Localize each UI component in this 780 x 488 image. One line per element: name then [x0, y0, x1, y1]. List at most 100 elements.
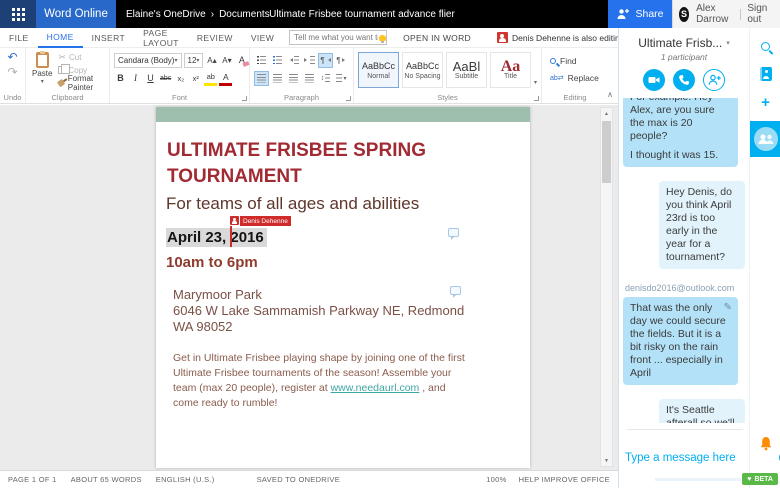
- doc-body-paragraph[interactable]: Get in Ultimate Frisbee playing shape by…: [173, 351, 469, 411]
- rtl-direction-button[interactable]: ¶: [334, 53, 349, 68]
- tab-home[interactable]: HOME: [38, 28, 83, 48]
- doc-hyperlink[interactable]: www.needaurl.com: [331, 382, 420, 394]
- edit-message-icon[interactable]: ✎: [724, 301, 732, 314]
- word-count[interactable]: ABOUT 65 WORDS: [71, 475, 142, 484]
- doc-venue[interactable]: Marymoor Park: [173, 287, 516, 303]
- doc-address-line2[interactable]: WA 98052: [173, 319, 516, 335]
- voice-call-button[interactable]: [673, 69, 695, 91]
- style-normal[interactable]: AaBbCc Normal: [358, 52, 399, 88]
- search-icon[interactable]: [761, 42, 770, 51]
- breadcrumb-root[interactable]: Elaine's OneDrive: [126, 9, 206, 20]
- coauthor-cursor: [230, 226, 232, 247]
- ltr-direction-button[interactable]: ¶: [318, 53, 333, 68]
- video-call-button[interactable]: [643, 69, 665, 91]
- format-painter-button[interactable]: Format Painter: [58, 77, 105, 89]
- tab-view[interactable]: VIEW: [242, 28, 283, 48]
- add-participant-button[interactable]: [703, 69, 725, 91]
- highlight-color-button[interactable]: ab: [204, 71, 217, 86]
- language-status[interactable]: ENGLISH (U.S.): [156, 475, 215, 484]
- paste-button[interactable]: Paste ▾: [30, 51, 54, 91]
- scrollbar-thumb[interactable]: [602, 121, 611, 183]
- cut-button[interactable]: ✂ Cut: [58, 51, 105, 63]
- replace-button[interactable]: ab⇄ Replace: [550, 70, 604, 85]
- page-count[interactable]: PAGE 1 OF 1: [8, 475, 57, 484]
- document-page[interactable]: ULTIMATE FRISBEE SPRING TOURNAMENT For t…: [156, 107, 530, 468]
- doc-address-line1[interactable]: 6046 W Lake Sammamish Parkway NE, Redmon…: [173, 303, 516, 319]
- doc-heading-line1[interactable]: ULTIMATE FRISBEE SPRING: [167, 138, 516, 164]
- decrease-indent-button[interactable]: [286, 53, 301, 68]
- share-button[interactable]: Share: [608, 0, 672, 28]
- align-center-button[interactable]: [270, 71, 285, 86]
- collapse-ribbon-button[interactable]: ∧: [607, 90, 613, 99]
- undo-button[interactable]: ↶: [7, 51, 17, 64]
- paragraph-dialog-launcher[interactable]: [346, 96, 351, 101]
- app-brand[interactable]: Word Online: [36, 0, 116, 28]
- chat-message-received: For example: Hey Alex, are you sure the …: [623, 98, 738, 167]
- grow-font-button[interactable]: A▴: [205, 53, 218, 68]
- active-conversation-tab[interactable]: [750, 121, 780, 157]
- sign-out-link[interactable]: Sign out: [747, 3, 772, 25]
- coauthor-status-dropdown[interactable]: Denis Dehenne is also editing ▾: [497, 32, 631, 43]
- app-launcher-button[interactable]: [0, 0, 36, 28]
- tab-file[interactable]: FILE: [0, 28, 38, 48]
- notifications-bell-icon[interactable]: [759, 436, 772, 456]
- tab-insert[interactable]: INSERT: [83, 28, 134, 48]
- styles-more-button[interactable]: ▾: [534, 79, 537, 86]
- doc-date-text[interactable]: April 23, 2016: [166, 228, 267, 247]
- bold-button[interactable]: B: [114, 71, 127, 86]
- zoom-level[interactable]: 100%: [486, 475, 506, 484]
- style-no-spacing[interactable]: AaBbCc No Spacing: [402, 52, 443, 88]
- comment-indicator-icon[interactable]: [450, 286, 461, 295]
- user-name[interactable]: Alex Darrow: [696, 3, 733, 25]
- tell-me-input[interactable]: [290, 33, 378, 42]
- font-color-button[interactable]: A: [219, 71, 232, 86]
- doc-heading-line2[interactable]: TOURNAMENT: [167, 164, 516, 190]
- clipboard-group: Paste ▾ ✂ Cut Copy Format Painter Clipbo…: [26, 48, 110, 103]
- breadcrumb-current[interactable]: Documents: [219, 9, 270, 20]
- tab-page-layout[interactable]: PAGE LAYOUT: [134, 28, 188, 48]
- chat-horizontal-scrollbar[interactable]: [655, 478, 741, 481]
- chat-title-dropdown[interactable]: Ultimate Frisb... ▾: [619, 36, 749, 50]
- numbered-list-button[interactable]: [270, 53, 285, 68]
- subscript-button[interactable]: x₂: [174, 71, 187, 86]
- find-button[interactable]: Find: [550, 53, 604, 68]
- clear-formatting-button[interactable]: A: [235, 53, 248, 68]
- increase-indent-button[interactable]: [302, 53, 317, 68]
- add-icon[interactable]: +: [761, 97, 770, 109]
- doc-subtitle[interactable]: For teams of all ages and abilities: [166, 192, 516, 216]
- bullet-list-button[interactable]: [254, 53, 269, 68]
- font-size-combobox[interactable]: 12 ▾: [184, 53, 204, 68]
- open-in-word-button[interactable]: OPEN IN WORD: [403, 33, 471, 43]
- scroll-down-icon[interactable]: ▼: [601, 455, 612, 466]
- scissors-icon: ✂: [58, 52, 66, 63]
- strikethrough-button[interactable]: abc: [159, 71, 172, 86]
- doc-date-line[interactable]: April 23, 2016 Denis Dehenne: [166, 228, 516, 248]
- underline-button[interactable]: U: [144, 71, 157, 86]
- font-group-label: Font: [110, 93, 249, 102]
- help-improve-office-link[interactable]: HELP IMPROVE OFFICE: [519, 475, 610, 484]
- font-name-combobox[interactable]: Candara (Body) ▾: [114, 53, 182, 68]
- doc-venue-block[interactable]: Marymoor Park 6046 W Lake Sammamish Park…: [173, 287, 516, 335]
- style-title[interactable]: Aa Title: [490, 52, 531, 88]
- styles-dialog-launcher[interactable]: [534, 96, 539, 101]
- align-left-button[interactable]: [254, 71, 269, 86]
- skype-icon[interactable]: S: [679, 7, 689, 22]
- justify-button[interactable]: [302, 71, 317, 86]
- redo-button[interactable]: ↷: [7, 66, 17, 79]
- align-right-button[interactable]: [286, 71, 301, 86]
- doc-time-text[interactable]: 10am to 6pm: [166, 254, 516, 271]
- contacts-icon[interactable]: [760, 67, 772, 81]
- chat-header: Ultimate Frisb... ▾ 1 participant: [619, 28, 749, 91]
- special-indent-button[interactable]: ▾: [334, 71, 349, 86]
- document-scrollbar[interactable]: ▲ ▼: [600, 107, 613, 467]
- scroll-up-icon[interactable]: ▲: [601, 108, 612, 119]
- line-spacing-button[interactable]: ↕: [318, 71, 333, 86]
- tab-review[interactable]: REVIEW: [188, 28, 242, 48]
- superscript-button[interactable]: x²: [189, 71, 202, 86]
- italic-button[interactable]: I: [129, 71, 142, 86]
- style-subtitle[interactable]: AaBl Subtitle: [446, 52, 487, 88]
- shrink-font-button[interactable]: A▾: [220, 53, 233, 68]
- ribbon-tab-row: FILE HOME INSERT PAGE LAYOUT REVIEW VIEW…: [0, 28, 618, 48]
- font-dialog-launcher[interactable]: [242, 96, 247, 101]
- comment-indicator-icon[interactable]: [448, 228, 459, 237]
